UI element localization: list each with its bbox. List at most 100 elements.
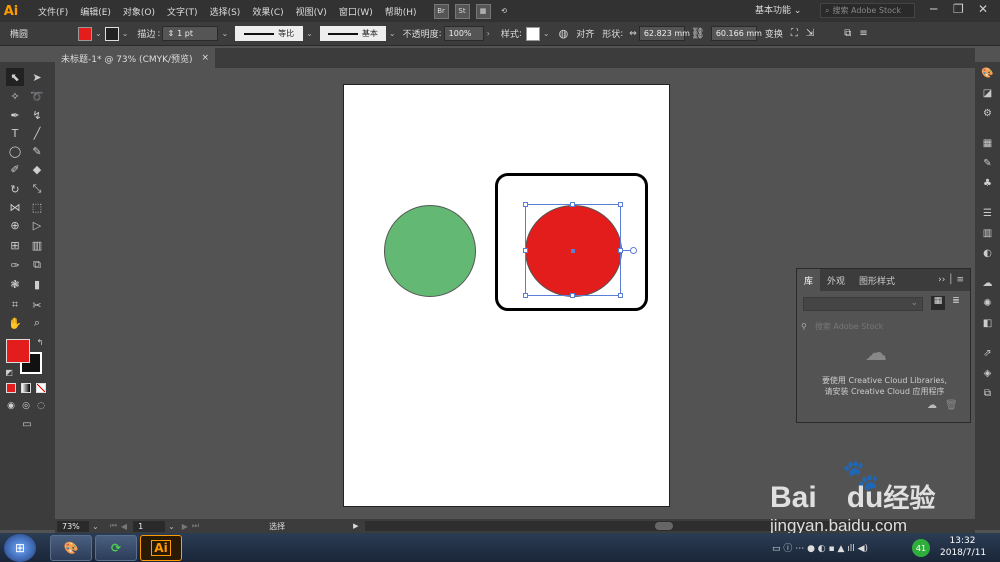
selection-handle[interactable] — [570, 202, 575, 207]
green-circle[interactable] — [384, 205, 476, 297]
pie-widget-handle[interactable] — [630, 247, 637, 254]
color-guide-icon[interactable]: ◪ — [980, 86, 995, 101]
distribute-icon[interactable]: ⇲ — [806, 28, 814, 39]
blend-tool-icon[interactable]: ⧉ — [28, 256, 46, 274]
brushes-icon[interactable]: ✎ — [980, 156, 995, 171]
stroke-profile-select[interactable]: 等比 — [235, 26, 304, 41]
menu-edit[interactable]: 编辑(E) — [74, 5, 117, 18]
menu-window[interactable]: 窗口(W) — [333, 5, 379, 18]
library-select[interactable]: ⌄ — [803, 297, 923, 311]
draw-inside-icon[interactable]: ◌ — [34, 399, 48, 413]
type-tool-icon[interactable]: T — [6, 124, 24, 142]
zoom-tool-icon[interactable]: ⌕ — [28, 314, 46, 332]
list-view-icon[interactable]: ≣ — [949, 296, 963, 310]
appearance-panel-icon[interactable]: ✺ — [980, 296, 995, 311]
lasso-tool-icon[interactable]: ➰ — [28, 87, 46, 105]
height-field[interactable]: 60.166 mm — [710, 26, 762, 41]
prev-artboard-icon[interactable]: ◀ — [121, 522, 127, 531]
stroke-dropdown-icon[interactable]: ⌄ — [122, 29, 129, 38]
grid-view-icon[interactable]: ▦ — [931, 296, 945, 310]
tab-graphic-styles[interactable]: 图形样式 — [852, 269, 902, 291]
width-tool-icon[interactable]: ⋈ — [6, 198, 24, 216]
opacity-field[interactable]: 100% — [443, 26, 484, 41]
fill-swatch[interactable] — [78, 26, 92, 41]
transparency-icon[interactable]: ◐ — [980, 246, 995, 261]
stroke-weight-field[interactable]: ⇕ 1 pt — [162, 26, 219, 41]
align-label[interactable]: 对齐 — [576, 27, 594, 40]
default-colors-icon[interactable]: ◩ — [3, 366, 15, 378]
menu-help[interactable]: 帮助(H) — [379, 5, 423, 18]
direct-selection-tool-icon[interactable]: ➤ — [28, 68, 46, 86]
artboard-tool-icon[interactable]: ⌗ — [6, 296, 24, 314]
selection-tool-icon[interactable]: ⬉ — [6, 68, 24, 86]
artboard-number-field[interactable]: 1 — [133, 520, 166, 532]
rotate-tool-icon[interactable]: ↻ — [6, 180, 24, 198]
first-artboard-icon[interactable]: ⏮ — [110, 521, 117, 531]
menu-select[interactable]: 选择(S) — [204, 5, 247, 18]
gradient-tool-icon[interactable]: ▥ — [28, 236, 46, 254]
hand-tool-icon[interactable]: ✋ — [6, 314, 24, 332]
selection-handle[interactable] — [523, 202, 528, 207]
selection-handle[interactable] — [523, 248, 528, 253]
line-tool-icon[interactable]: ╱ — [28, 124, 46, 142]
taskbar-illustrator-button[interactable]: Ai — [140, 534, 182, 561]
swap-colors-icon[interactable]: ↰ — [34, 336, 46, 348]
tab-libraries[interactable]: 库 — [797, 269, 821, 291]
stock-button[interactable]: St — [454, 3, 470, 19]
mesh-tool-icon[interactable]: ⊞ — [6, 236, 24, 254]
start-button[interactable]: ⊞ — [4, 533, 36, 562]
symbols-icon[interactable]: ♣ — [980, 176, 995, 191]
brush-select[interactable]: 基本 — [319, 26, 386, 41]
eraser-tool-icon[interactable]: ◆ — [28, 160, 46, 178]
shape-label[interactable]: 形状 — [602, 27, 620, 40]
menu-effect[interactable]: 效果(C) — [246, 5, 289, 18]
width-field[interactable]: 62.823 mm — [638, 26, 690, 41]
status-menu-icon[interactable]: ▶ — [353, 522, 358, 530]
workspace-switcher[interactable]: 基本功能 ⌄ — [755, 3, 801, 16]
arrange-icon[interactable]: ⧉ — [844, 28, 851, 39]
panel-menu-icon[interactable]: ≡ — [859, 28, 867, 39]
screen-mode-icon[interactable]: ▭ — [16, 417, 38, 431]
selection-handle[interactable] — [618, 293, 623, 298]
document-tab[interactable]: 未标题-1* @ 73% (CMYK/预览) × — [55, 48, 215, 68]
tray-badge[interactable]: 41 — [912, 539, 930, 557]
color-panel-icon[interactable]: 🎨 — [980, 66, 995, 81]
fill-dropdown-icon[interactable]: ⌄ — [95, 29, 102, 38]
isolate-icon[interactable]: ⛶ — [791, 28, 798, 39]
graphic-styles-icon[interactable]: ◧ — [980, 316, 995, 331]
system-tray-icons[interactable]: ▭ ⓘ ⋯ ● ◐ ▪ ▲ ıll ◀) — [772, 541, 868, 554]
cc-sync-icon[interactable]: ☁ — [927, 400, 937, 411]
perspective-grid-tool-icon[interactable]: ▷ — [28, 216, 46, 234]
none-mode-icon[interactable] — [36, 383, 46, 393]
link-icon[interactable]: ⛓ — [691, 27, 705, 40]
stock-search-input[interactable]: ⌕ 搜索 Adobe Stock — [820, 3, 915, 18]
draw-normal-icon[interactable]: ◉ — [4, 399, 18, 413]
menu-object[interactable]: 对象(O) — [117, 5, 161, 18]
artboards-icon[interactable]: ⧉ — [980, 386, 995, 401]
gpu-icon[interactable]: ⟲ — [497, 4, 512, 19]
menu-view[interactable]: 视图(V) — [290, 5, 333, 18]
transform-label[interactable]: 变换 — [765, 27, 783, 40]
scrollbar-thumb[interactable] — [654, 522, 673, 530]
stroke-swatch[interactable] — [104, 26, 119, 41]
opacity-label[interactable]: 不透明度 — [403, 27, 439, 40]
pen-tool-icon[interactable]: ✒ — [6, 106, 24, 124]
curvature-tool-icon[interactable]: ↯ — [28, 106, 46, 124]
stroke-label[interactable]: 描边 — [137, 27, 155, 40]
bridge-button[interactable]: Br — [433, 3, 449, 19]
export-icon[interactable]: ⇗ — [980, 346, 995, 361]
fill-color-box[interactable] — [6, 339, 30, 363]
taskbar-refresh-icon[interactable]: ⟳ — [95, 534, 137, 561]
gradient-panel-icon[interactable]: ▥ — [980, 226, 995, 241]
recolor-icon[interactable]: ◍ — [559, 27, 569, 40]
swatches-icon[interactable]: ▦ — [980, 136, 995, 151]
scale-tool-icon[interactable]: ⤡ — [28, 180, 46, 198]
zoom-field[interactable]: 73% — [57, 520, 89, 532]
minimize-icon[interactable]: ─ — [930, 2, 937, 16]
eyedropper-tool-icon[interactable]: ✑ — [6, 256, 24, 274]
slice-tool-icon[interactable]: ✂ — [28, 296, 46, 314]
horizontal-scrollbar[interactable] — [364, 521, 905, 531]
libraries-panel-icon[interactable]: ☁ — [980, 276, 995, 291]
last-artboard-icon[interactable]: ⏭ — [192, 521, 199, 531]
graphic-style-swatch[interactable] — [525, 26, 540, 41]
